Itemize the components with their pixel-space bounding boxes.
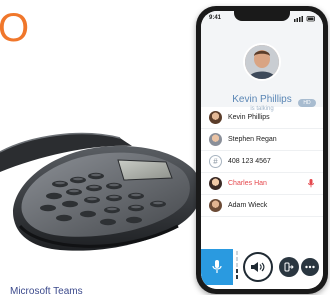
participant-name: Charles Han <box>228 180 267 187</box>
speaker-icon <box>251 262 265 272</box>
mobile-phone: 9:41 Kevin Phillips is talking HD Kevin … <box>196 6 328 294</box>
participant-name: Stephen Regan <box>228 136 277 143</box>
mic-off-icon <box>308 179 314 188</box>
phone-notch <box>234 11 290 21</box>
participant-name: Adam Wieck <box>228 202 268 209</box>
microphone-icon <box>212 260 222 273</box>
participant-avatar <box>209 177 222 190</box>
participant-name: 408 123 4567 <box>228 158 271 165</box>
call-controls <box>201 245 323 289</box>
participant-item[interactable]: Kevin Phillips <box>201 107 323 129</box>
status-time: 9:41 <box>209 15 222 21</box>
microphone-button[interactable] <box>201 249 233 285</box>
speaker-button[interactable] <box>245 254 271 280</box>
page: O Microsoft Teams 9:41 Kevin Phillips is… <box>0 0 330 295</box>
corner-glyph: O <box>0 6 30 50</box>
participant-name: Kevin Phillips <box>228 114 270 121</box>
conference-phone-image <box>0 132 202 251</box>
transfer-icon <box>284 262 294 272</box>
participant-avatar <box>209 133 222 146</box>
status-bar: 9:41 <box>201 11 323 27</box>
phone-number-icon: # <box>209 155 222 168</box>
participant-item[interactable]: Stephen Regan <box>201 129 323 151</box>
audio-level-meter <box>234 249 240 285</box>
more-button[interactable] <box>301 258 319 276</box>
caller-avatar <box>245 45 279 79</box>
caller-area: Kevin Phillips is talking <box>201 27 323 112</box>
transfer-button[interactable] <box>279 257 299 277</box>
more-icon <box>305 265 315 269</box>
participant-list: Kevin Phillips Stephen Regan # 408 123 4… <box>201 107 323 217</box>
caption: Microsoft Teams <box>10 286 83 295</box>
signal-battery-icon <box>294 16 315 22</box>
participant-item[interactable]: Charles Han <box>201 173 323 195</box>
participant-item[interactable]: Adam Wieck <box>201 195 323 217</box>
participant-avatar <box>209 111 222 124</box>
participant-avatar <box>209 199 222 212</box>
phone-screen: 9:41 Kevin Phillips is talking HD Kevin … <box>201 11 323 289</box>
participant-item[interactable]: # 408 123 4567 <box>201 151 323 173</box>
hd-badge: HD <box>298 99 316 107</box>
